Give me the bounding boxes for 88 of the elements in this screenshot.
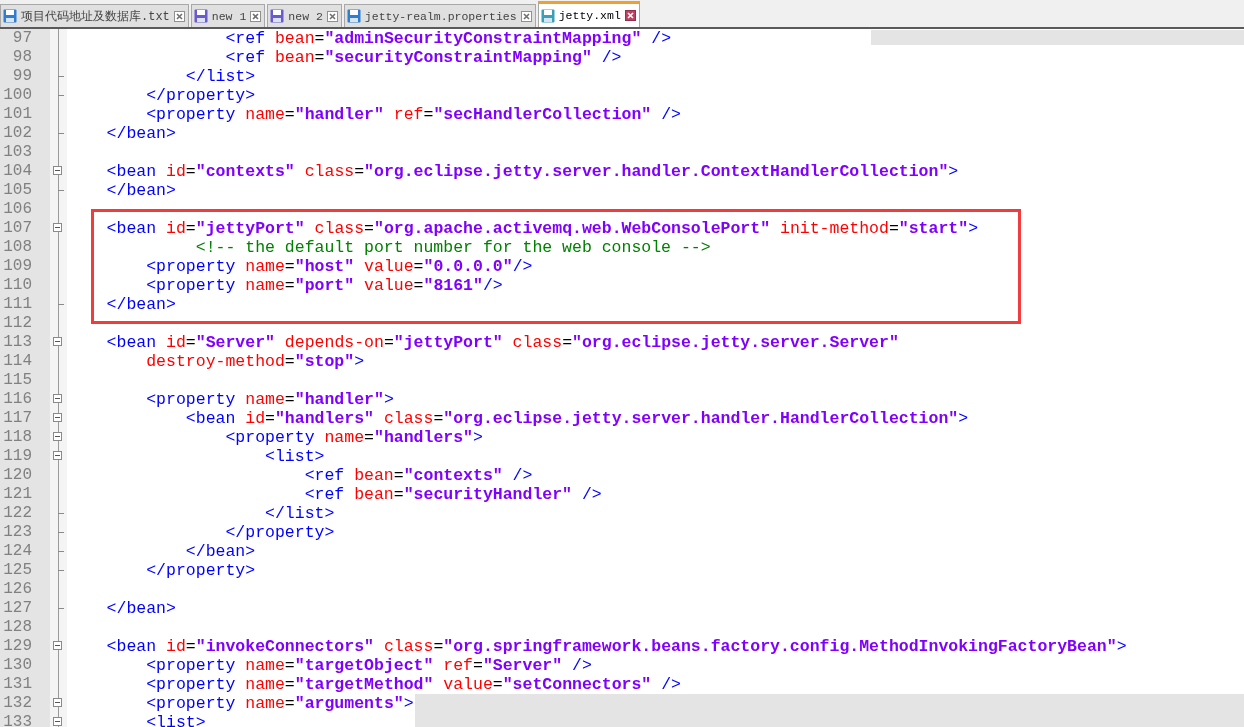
line-number: 100 — [0, 86, 50, 105]
line-number: 124 — [0, 542, 50, 561]
line-number: 127 — [0, 599, 50, 618]
line-number: 120 — [0, 466, 50, 485]
line-number: 129 — [0, 637, 50, 656]
fold-toggle[interactable] — [53, 432, 62, 441]
line-number: 99 — [0, 67, 50, 86]
line-number: 103 — [0, 143, 50, 162]
code-line: <list> — [265, 447, 325, 466]
code-line: </bean> — [106, 124, 176, 143]
code-line: </list> — [265, 504, 335, 523]
line-number: 111 — [0, 295, 50, 314]
code-line: </bean> — [106, 181, 176, 200]
line-number: 130 — [0, 656, 50, 675]
close-icon[interactable] — [250, 10, 262, 22]
file-tab[interactable]: new 2 — [267, 4, 342, 27]
line-number: 106 — [0, 200, 50, 219]
line-number: 133 — [0, 713, 50, 727]
code-line: </property> — [146, 561, 256, 580]
code-line: <bean id="handlers" class="org.eclipse.jetty.server.handler.HandlerCollection"> — [185, 409, 969, 428]
file-tab[interactable]: new 1 — [190, 4, 266, 27]
line-number: 104 — [0, 162, 50, 181]
line-number: 105 — [0, 181, 50, 200]
line-number: 126 — [0, 580, 50, 599]
close-icon[interactable] — [173, 10, 185, 22]
fold-toggle[interactable] — [53, 698, 62, 707]
line-number: 110 — [0, 276, 50, 295]
close-icon[interactable] — [520, 10, 532, 22]
line-number: 101 — [0, 105, 50, 124]
line-number: 122 — [0, 504, 50, 523]
code-line: <property name="targetMethod" value="setConnectors" /> — [146, 675, 681, 694]
file-tab[interactable]: 项目代码地址及数据库.txt — [0, 4, 189, 27]
line-number: 123 — [0, 523, 50, 542]
line-number: 109 — [0, 257, 50, 276]
code-line: </bean> — [106, 295, 176, 314]
code-line: <bean id="invokeConnectors" class="org.springframework.beans.factory.config.MethodInvokingFactoryBean"> — [106, 637, 1127, 656]
line-number: 128 — [0, 618, 50, 637]
line-number: 98 — [0, 48, 50, 67]
code-line: </list> — [185, 67, 256, 86]
code-line: <bean id="jettyPort" class="org.apache.activemq.web.WebConsolePort" init-method="start"> — [106, 219, 979, 238]
code-line: <bean id="Server" depends-on="jettyPort" class="org.eclipse.jetty.server.Server" — [106, 333, 899, 352]
fold-toggle[interactable] — [53, 413, 62, 422]
line-number: 119 — [0, 447, 50, 466]
code-line: </bean> — [185, 542, 256, 561]
line-number: 121 — [0, 485, 50, 504]
line-number: 116 — [0, 390, 50, 409]
line-number: 97 — [0, 29, 50, 48]
code-line: <ref bean="adminSecurityConstraintMapping" /> — [225, 29, 672, 48]
code-line: </property> — [225, 523, 335, 542]
fold-toggle[interactable] — [53, 337, 62, 346]
code-line: <bean id="contexts" class="org.eclipse.jetty.server.handler.ContextHandlerCollection"> — [106, 162, 959, 181]
line-number: 113 — [0, 333, 50, 352]
code-line: <property name="port" value="8161"/> — [146, 276, 503, 295]
fold-toggle[interactable] — [53, 166, 62, 175]
line-number: 107 — [0, 219, 50, 238]
file-tab[interactable]: jetty.xml — [537, 1, 640, 27]
fold-toggle[interactable] — [53, 451, 62, 460]
line-number: 132 — [0, 694, 50, 713]
line-number: 108 — [0, 238, 50, 257]
line-number: 115 — [0, 371, 50, 390]
code-line: <ref bean="securityConstraintMapping" /> — [225, 48, 622, 67]
fold-toggle[interactable] — [53, 223, 62, 232]
line-number: 125 — [0, 561, 50, 580]
code-line: <property name="arguments"> — [146, 694, 414, 713]
line-number: 118 — [0, 428, 50, 447]
code-line: </bean> — [106, 599, 176, 618]
code-line: <property name="handlers"> — [225, 428, 483, 447]
code-line: <property name="targetObject" ref="Server" /> — [146, 656, 592, 675]
close-icon[interactable] — [326, 10, 338, 22]
fold-toggle[interactable] — [53, 641, 62, 650]
line-number: 112 — [0, 314, 50, 333]
code-line: <property name="host" value="0.0.0.0"/> — [146, 257, 533, 276]
close-icon[interactable] — [624, 10, 636, 21]
code-line: <property name="handler"> — [146, 390, 394, 409]
line-number: 114 — [0, 352, 50, 371]
code-line: <property name="handler" ref="secHandlerCollection" /> — [146, 105, 681, 124]
code-line: <ref bean="securityHandler" /> — [304, 485, 602, 504]
code-line: <ref bean="contexts" /> — [304, 466, 533, 485]
code-line: <!-- the default port number for the web console --> — [195, 238, 711, 257]
fold-toggle[interactable] — [53, 394, 62, 403]
line-number: 117 — [0, 409, 50, 428]
file-tab[interactable]: jetty-realm.properties — [343, 4, 536, 27]
code-line: destroy-method="stop"> — [146, 352, 365, 371]
code-line: </property> — [146, 86, 256, 105]
line-number: 131 — [0, 675, 50, 694]
fold-toggle[interactable] — [53, 717, 62, 726]
code-line: <list> — [146, 713, 206, 727]
line-number: 102 — [0, 124, 50, 143]
